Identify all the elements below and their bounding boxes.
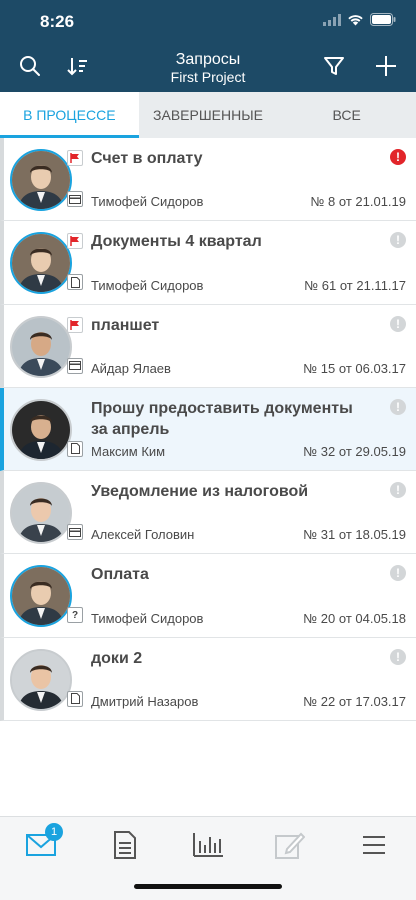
request-author: Тимофей Сидоров <box>91 610 204 626</box>
flag-icon <box>67 233 83 250</box>
project-name: First Project <box>170 69 246 85</box>
avatar-container <box>10 315 83 378</box>
edit-icon <box>275 831 306 864</box>
status-icon: ! <box>390 482 406 499</box>
request-subject: Счет в оплату <box>91 150 203 167</box>
home-indicator <box>134 884 282 889</box>
chart-icon <box>193 832 223 862</box>
request-list: Счет в оплату! Тимофей Сидоров № 8 от 21.0… <box>0 138 416 722</box>
status-time: 8:26 <box>40 12 75 31</box>
tab-all[interactable]: Все <box>277 92 416 138</box>
request-subject: доки 2 <box>91 649 143 667</box>
status-icon: ! <box>390 149 406 165</box>
signal-icon <box>323 13 341 31</box>
add-request-button[interactable] <box>370 52 402 84</box>
status-icon: ! <box>390 232 406 249</box>
request-number: № 22 от 17.03.17 <box>303 694 406 710</box>
filter-icon <box>323 55 345 82</box>
request-number: № 61 от 21.11.17 <box>304 277 406 293</box>
avatar <box>10 648 72 711</box>
request-subject: Документы 4 квартал <box>91 233 262 251</box>
wifi-icon <box>347 13 364 31</box>
avatar <box>10 482 72 545</box>
menu-icon <box>362 835 386 860</box>
nav-menu[interactable] <box>352 827 396 867</box>
nav-reports[interactable] <box>186 827 230 867</box>
status-icon: ! <box>390 398 406 415</box>
tab-bar: В процессе Завершенные Все <box>0 92 416 138</box>
avatar-container <box>10 232 83 295</box>
filter-button[interactable] <box>318 52 350 84</box>
request-author: Алексей Головин <box>91 527 195 543</box>
app-header: 8:26 Запросы First Project <box>0 0 416 92</box>
request-row[interactable]: ? Оплата! Тимофей Сидоров № 20 от 04.05.18 <box>0 554 416 638</box>
avatar-container: ? <box>10 565 83 628</box>
request-author: Айдар Ялаев <box>91 360 171 376</box>
request-subject: планшет <box>91 316 160 334</box>
avatar <box>10 149 72 211</box>
request-number: № 8 от 21.01.19 <box>310 194 406 210</box>
avatar <box>10 315 72 378</box>
avatar <box>10 398 72 461</box>
request-subject: Уведомление из налоговой <box>91 483 309 501</box>
request-row[interactable]: планшет! Айдар Ялаев № 15 от 06.03.17 <box>0 304 416 388</box>
request-row[interactable]: доки 2! Дмитрий Назаров № 22 от 17.03.17 <box>0 637 416 722</box>
avatar <box>10 565 72 628</box>
request-row[interactable]: Счет в оплату! Тимофей Сидоров № 8 от 21.0… <box>0 138 416 222</box>
avatar-container <box>10 149 83 211</box>
document-icon <box>67 274 83 291</box>
request-row[interactable]: Прошу предоставить документы за апрель! М… <box>0 387 416 472</box>
nav-requests[interactable]: 1 <box>19 823 63 867</box>
request-author: Максим Ким <box>91 444 166 460</box>
question-icon: ? <box>67 607 83 624</box>
avatar-container <box>10 482 83 545</box>
request-row[interactable]: Документы 4 квартал! Тимофей Сидоров № 61 … <box>0 221 416 305</box>
tab-in-progress[interactable]: В процессе <box>0 92 139 138</box>
document-icon <box>67 440 83 457</box>
plus-icon <box>375 55 397 82</box>
tab-completed[interactable]: Завершенные <box>139 92 278 138</box>
request-number: № 32 от 29.05.19 <box>303 444 406 460</box>
avatar-container <box>10 648 83 711</box>
nav-compose[interactable] <box>268 827 312 867</box>
request-author: Тимофей Сидоров <box>91 277 204 293</box>
status-icon: ! <box>390 315 406 332</box>
inbox-badge: 1 <box>45 823 63 841</box>
request-number: № 31 от 18.05.19 <box>303 527 406 543</box>
request-author: Тимофей Сидоров <box>91 194 204 210</box>
request-row[interactable]: Уведомление из налоговой! Алексей Головин… <box>0 471 416 555</box>
avatar-container <box>10 398 83 461</box>
battery-icon <box>370 13 396 31</box>
nav-documents[interactable] <box>103 827 147 867</box>
request-number: № 20 от 04.05.18 <box>303 610 406 626</box>
request-subject: Прошу предоставить документы за апрель <box>91 399 353 438</box>
status-icon: ! <box>390 648 406 665</box>
request-author: Дмитрий Назаров <box>91 694 199 710</box>
card-icon <box>67 191 83 207</box>
request-number: № 15 от 06.03.17 <box>303 360 406 376</box>
status-icons <box>323 13 396 31</box>
flag-icon <box>67 150 83 166</box>
avatar <box>10 232 72 295</box>
card-icon <box>67 357 83 374</box>
document-icon <box>67 690 83 707</box>
page-title: Запросы <box>175 51 241 68</box>
document-icon <box>114 830 136 864</box>
status-icon: ! <box>390 565 406 582</box>
card-icon <box>67 524 83 541</box>
flag-icon <box>67 316 83 333</box>
request-subject: Оплата <box>91 566 149 584</box>
